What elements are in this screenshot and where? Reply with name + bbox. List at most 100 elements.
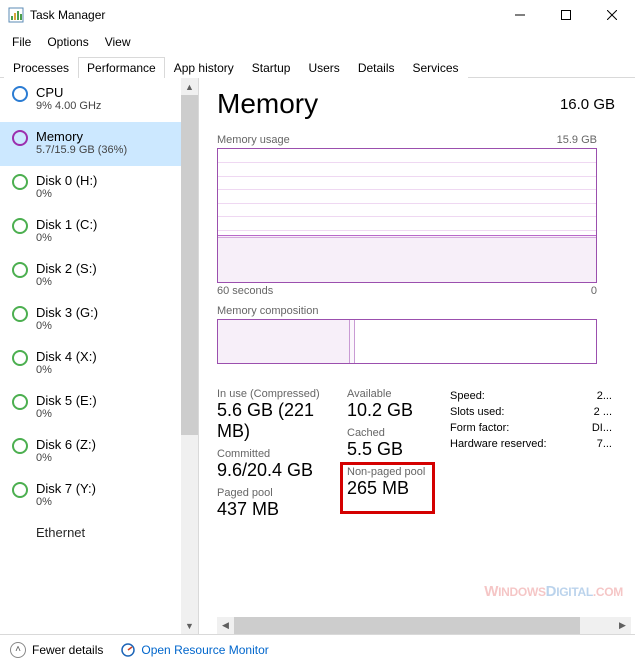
minimize-button[interactable] (497, 0, 543, 30)
disk-ring-icon (12, 394, 28, 410)
disk-ring-icon (12, 482, 28, 498)
sidebar-item-sub: 0% (36, 276, 97, 288)
tab-strip: Processes Performance App history Startu… (0, 56, 635, 78)
sidebar-item-sub: 0% (36, 496, 96, 508)
hw-val: 7... (597, 438, 612, 450)
sidebar-item-memory[interactable]: Memory 5.7/15.9 GB (36%) (0, 122, 181, 166)
available-label: Available (347, 388, 450, 400)
chevron-up-icon[interactable]: ˄ (10, 642, 26, 658)
slots-val: 2 ... (594, 406, 612, 418)
tab-performance[interactable]: Performance (78, 57, 165, 78)
memory-total: 16.0 GB (560, 96, 615, 113)
inuse-label: In use (Compressed) (217, 388, 347, 400)
footer-bar: ˄ Fewer details Open Resource Monitor (0, 634, 635, 664)
tab-startup[interactable]: Startup (243, 57, 300, 78)
form-val: DI... (592, 422, 612, 434)
cached-label: Cached (347, 427, 450, 439)
scroll-left-icon[interactable]: ◀ (217, 617, 234, 634)
sidebar-item-disk2[interactable]: Disk 2 (S:)0% (0, 254, 181, 298)
highlight-box (340, 462, 435, 514)
content-area: CPU 9% 4.00 GHz Memory 5.7/15.9 GB (36%)… (0, 78, 635, 634)
composition-label: Memory composition (217, 305, 631, 317)
form-key: Form factor: (450, 422, 509, 434)
sidebar-item-sub: 0% (36, 188, 97, 200)
disk-ring-icon (12, 438, 28, 454)
cpu-ring-icon (12, 86, 28, 102)
tab-services[interactable]: Services (404, 57, 468, 78)
memory-ring-icon (12, 130, 28, 146)
available-value: 10.2 GB (347, 400, 450, 421)
sidebar-item-disk0[interactable]: Disk 0 (H:)0% (0, 166, 181, 210)
menu-file[interactable]: File (6, 33, 37, 51)
h-scroll-thumb[interactable] (234, 617, 580, 634)
time-axis-left: 60 seconds (217, 285, 273, 297)
sidebar-item-sub: 0% (36, 232, 97, 244)
sidebar: CPU 9% 4.00 GHz Memory 5.7/15.9 GB (36%)… (0, 78, 181, 634)
maximize-button[interactable] (543, 0, 589, 30)
sidebar-item-label: Disk 0 (H:) (36, 173, 97, 188)
menu-view[interactable]: View (99, 33, 137, 51)
main-panel: Memory 16.0 GB Memory usage 15.9 GB 60 s… (199, 78, 635, 634)
memory-usage-graph (217, 148, 597, 283)
menu-bar: File Options View (0, 30, 635, 54)
sidebar-scrollbar[interactable]: ▲ ▼ (181, 78, 198, 634)
sidebar-item-sub: 0% (36, 452, 96, 464)
watermark: WINDOWSDIGITAL.COM (484, 583, 623, 600)
tab-app-history[interactable]: App history (165, 57, 243, 78)
sidebar-item-sub: 9% 4.00 GHz (36, 100, 101, 112)
tab-details[interactable]: Details (349, 57, 404, 78)
scroll-right-icon[interactable]: ▶ (614, 617, 631, 634)
sidebar-item-disk7[interactable]: Disk 7 (Y:)0% (0, 474, 181, 518)
sidebar-item-label: Memory (36, 129, 127, 144)
sidebar-item-label: Disk 1 (C:) (36, 217, 97, 232)
sidebar-item-disk6[interactable]: Disk 6 (Z:)0% (0, 430, 181, 474)
tab-users[interactable]: Users (299, 57, 348, 78)
title-bar: Task Manager (0, 0, 635, 30)
sidebar-item-disk5[interactable]: Disk 5 (E:)0% (0, 386, 181, 430)
scroll-thumb[interactable] (181, 95, 198, 435)
sidebar-item-label: Disk 7 (Y:) (36, 481, 96, 496)
slots-key: Slots used: (450, 406, 504, 418)
sidebar-item-sub: 5.7/15.9 GB (36%) (36, 144, 127, 156)
sidebar-item-label: Disk 3 (G:) (36, 305, 98, 320)
sidebar-item-label: Disk 2 (S:) (36, 261, 97, 276)
disk-ring-icon (12, 262, 28, 278)
inuse-value: 5.6 GB (221 MB) (217, 400, 347, 442)
tab-processes[interactable]: Processes (4, 57, 78, 78)
sidebar-item-disk4[interactable]: Disk 4 (X:)0% (0, 342, 181, 386)
sidebar-item-label: Ethernet (36, 525, 85, 540)
sidebar-item-label: Disk 4 (X:) (36, 349, 97, 364)
window-title: Task Manager (30, 8, 497, 22)
sidebar-item-label: Disk 5 (E:) (36, 393, 97, 408)
menu-options[interactable]: Options (41, 33, 94, 51)
close-button[interactable] (589, 0, 635, 30)
sidebar-item-sub: 0% (36, 364, 97, 376)
disk-ring-icon (12, 174, 28, 190)
memory-composition-graph (217, 319, 597, 364)
disk-ring-icon (12, 350, 28, 366)
fewer-details-link[interactable]: Fewer details (32, 643, 103, 657)
cached-value: 5.5 GB (347, 439, 450, 460)
sidebar-item-sub: 0% (36, 320, 98, 332)
sidebar-item-disk3[interactable]: Disk 3 (G:)0% (0, 298, 181, 342)
time-axis-right: 0 (591, 285, 597, 297)
committed-value: 9.6/20.4 GB (217, 460, 347, 481)
usage-max: 15.9 GB (557, 134, 597, 146)
usage-label: Memory usage (217, 134, 290, 146)
sidebar-item-ethernet[interactable]: Ethernet (0, 518, 181, 542)
sidebar-item-disk1[interactable]: Disk 1 (C:)0% (0, 210, 181, 254)
sidebar-item-cpu[interactable]: CPU 9% 4.00 GHz (0, 78, 181, 122)
sidebar-item-label: Disk 6 (Z:) (36, 437, 96, 452)
scroll-down-icon[interactable]: ▼ (181, 617, 198, 634)
main-h-scrollbar[interactable]: ◀ ▶ (217, 617, 631, 634)
app-icon (8, 7, 24, 23)
scroll-up-icon[interactable]: ▲ (181, 78, 198, 95)
pagedpool-value: 437 MB (217, 499, 347, 520)
committed-label: Committed (217, 448, 347, 460)
resource-monitor-icon (121, 643, 135, 657)
open-resource-monitor-link[interactable]: Open Resource Monitor (141, 643, 268, 657)
disk-ring-icon (12, 218, 28, 234)
hw-key: Hardware reserved: (450, 438, 547, 450)
speed-val: 2... (597, 390, 612, 402)
sidebar-item-sub: 0% (36, 408, 97, 420)
